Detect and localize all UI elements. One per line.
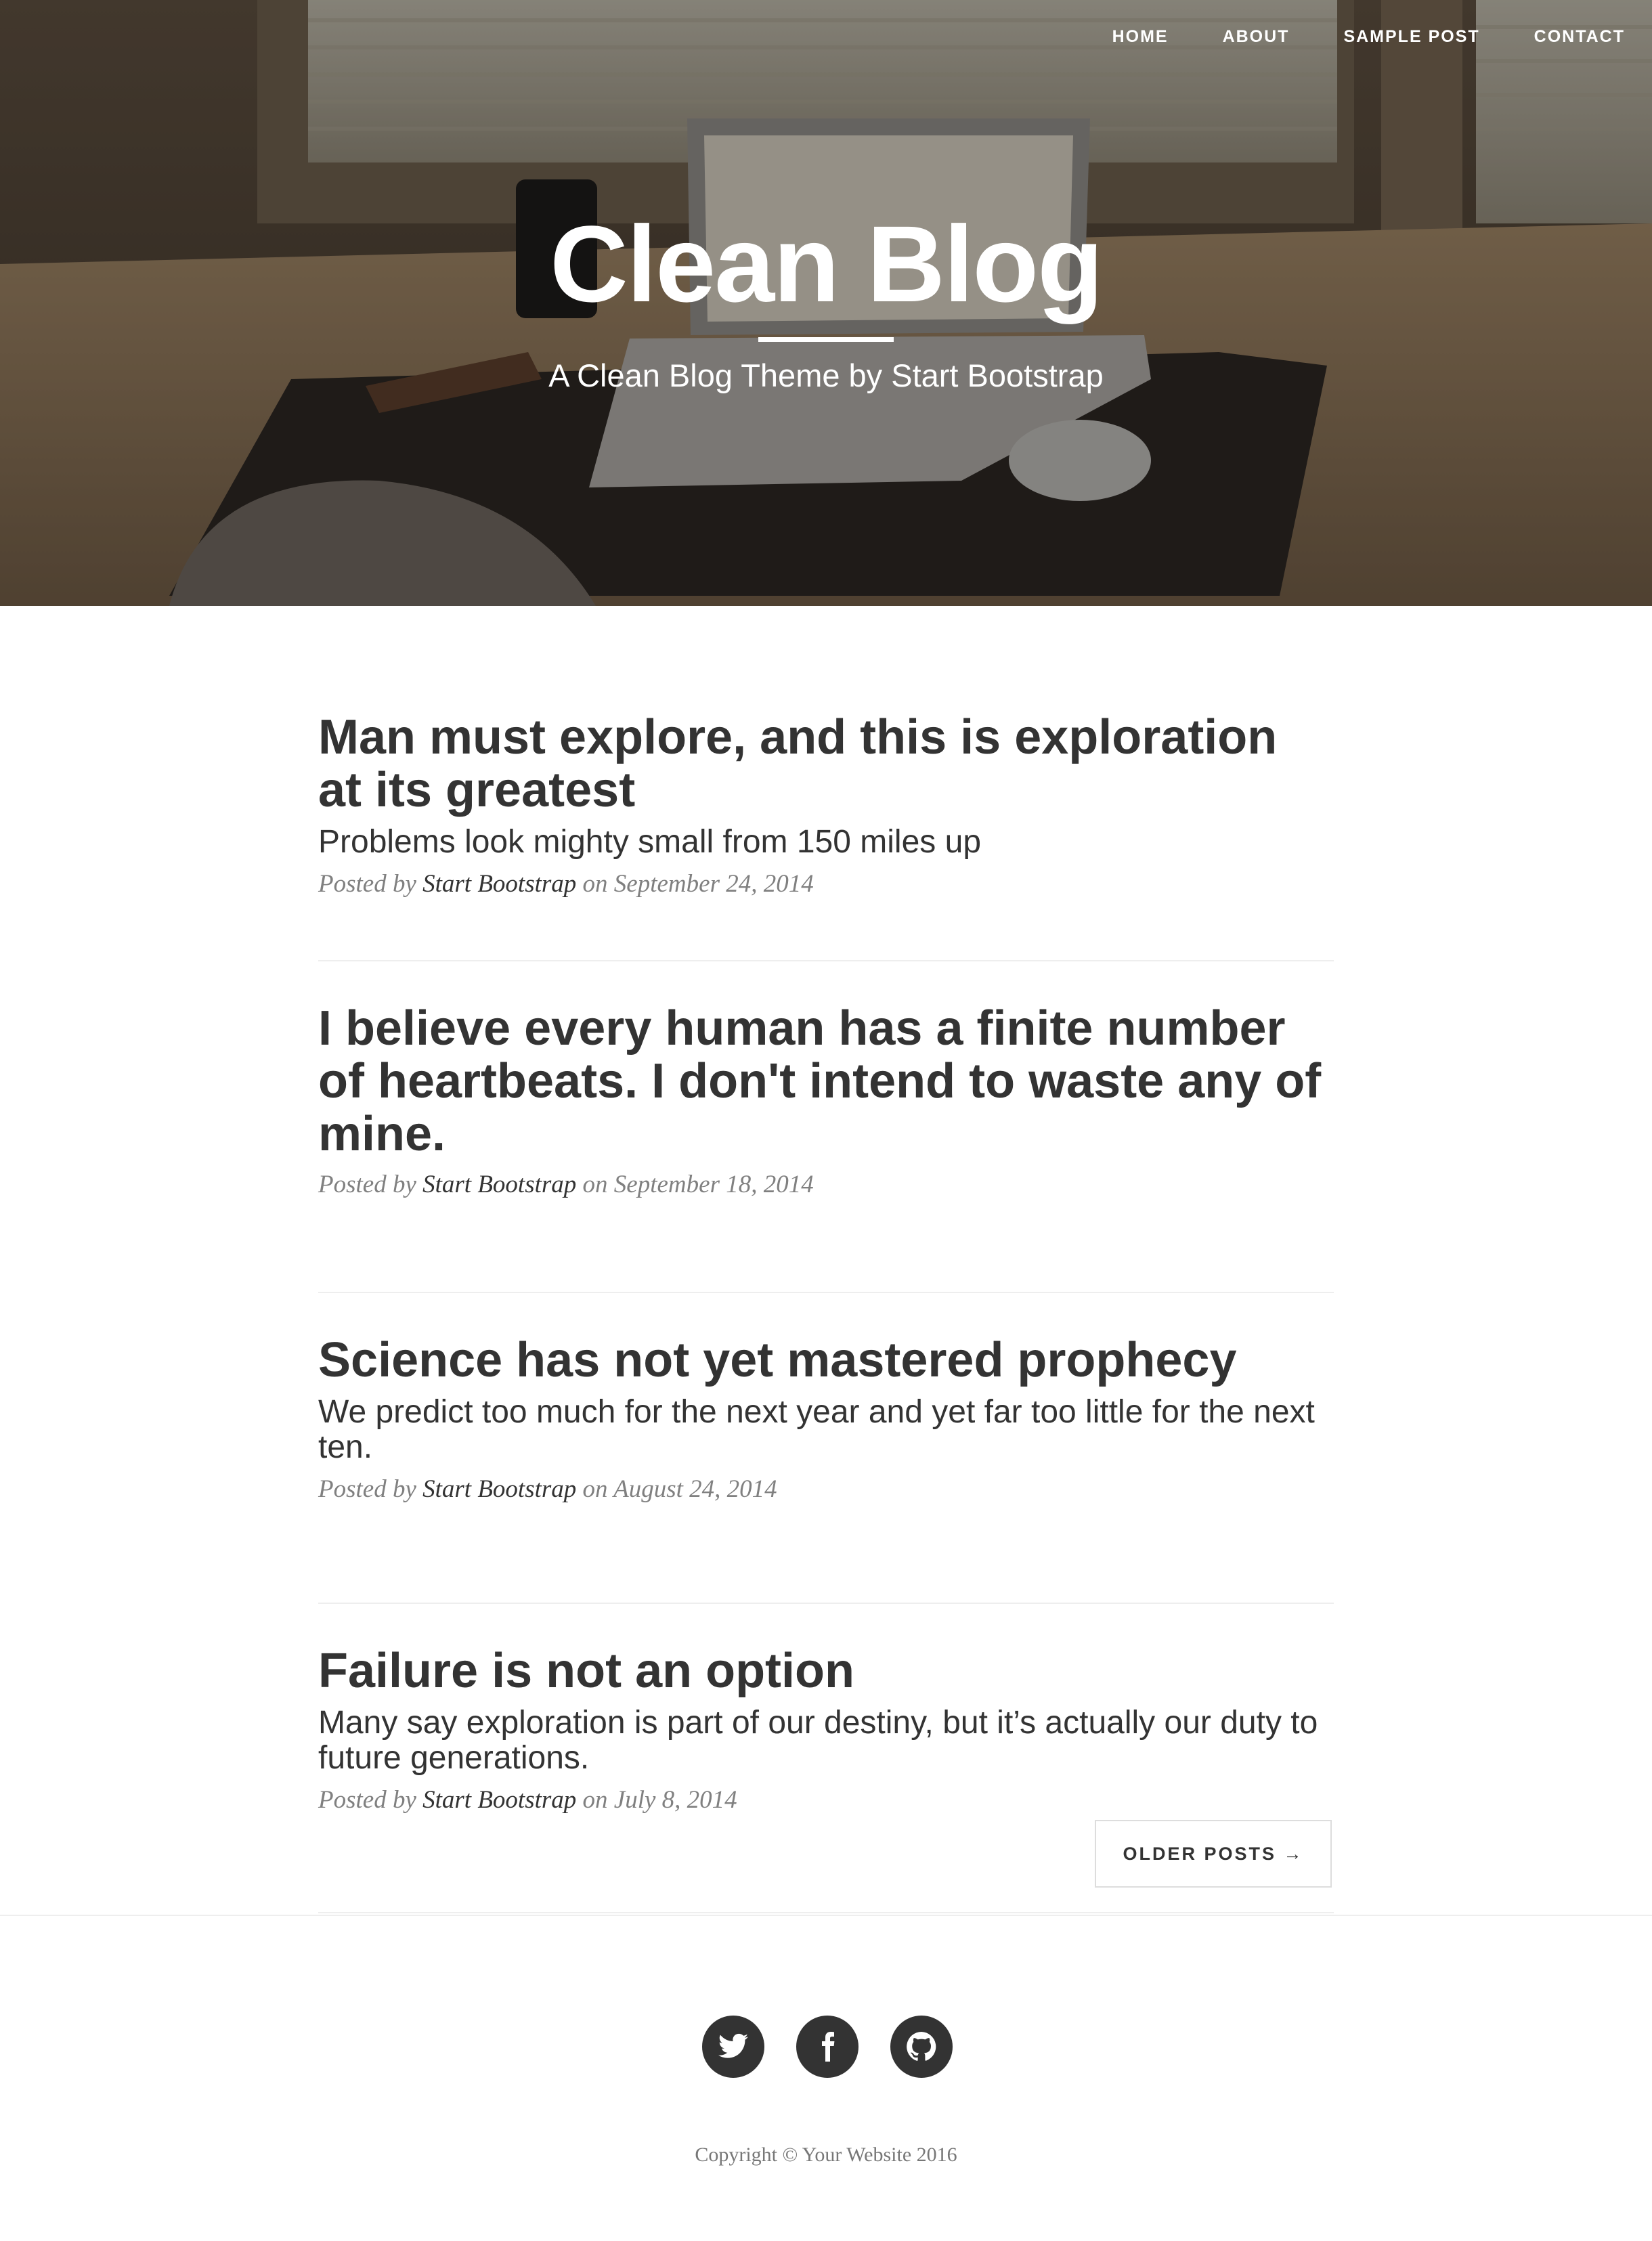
masthead: Home About Sample Post Contact Clean Blo… — [0, 0, 1652, 606]
nav-contact[interactable]: Contact — [1534, 27, 1625, 47]
nav-about[interactable]: About — [1223, 27, 1290, 47]
post-meta-on: on — [582, 1475, 608, 1503]
post-title-link[interactable]: Man must explore, and this is exploratio… — [318, 711, 1334, 817]
post-preview: I believe every human has a finite numbe… — [318, 1002, 1334, 1293]
post-date: September 18, 2014 — [613, 1171, 814, 1198]
older-posts-button[interactable]: Older Posts → — [1095, 1820, 1332, 1888]
nav-home[interactable]: Home — [1112, 27, 1169, 47]
post-date: September 24, 2014 — [613, 870, 814, 898]
post-subtitle: Many say exploration is part of our dest… — [318, 1705, 1318, 1776]
nav-sample-post[interactable]: Sample Post — [1343, 27, 1479, 47]
post-meta: Posted by Start Bootstrap on July 8, 201… — [318, 1785, 1334, 1815]
twitter-icon — [718, 2033, 748, 2058]
post-author-link[interactable]: Start Bootstrap — [422, 1786, 576, 1814]
post-title-link[interactable]: Failure is not an option — [318, 1645, 1334, 1697]
post-meta-prefix: Posted by — [318, 1475, 416, 1503]
main-nav: Home About Sample Post Contact — [1112, 27, 1625, 47]
facebook-icon — [822, 2032, 835, 2062]
post-meta: Posted by Start Bootstrap on September 1… — [318, 1170, 1334, 1200]
site-subtitle: A Clean Blog Theme by Start Bootstrap — [548, 357, 1104, 393]
post-meta-prefix: Posted by — [318, 870, 416, 898]
post-title-link[interactable]: I believe every human has a finite numbe… — [318, 1002, 1334, 1160]
post-title-link[interactable]: Science has not yet mastered prophecy — [318, 1334, 1334, 1387]
post-preview: Man must explore, and this is exploratio… — [318, 711, 1334, 961]
github-icon — [907, 2032, 936, 2061]
footer-divider — [0, 1915, 1652, 1916]
post-subtitle: Problems look mighty small from 150 mile… — [318, 824, 982, 860]
post-meta-prefix: Posted by — [318, 1171, 416, 1198]
site-heading: Clean Blog A Clean Blog Theme by Start B… — [0, 203, 1652, 395]
post-author-link[interactable]: Start Bootstrap — [422, 1171, 576, 1198]
post-author-link[interactable]: Start Bootstrap — [422, 1475, 576, 1503]
post-date: August 24, 2014 — [613, 1475, 777, 1503]
twitter-link[interactable] — [702, 2016, 764, 2078]
post-date: July 8, 2014 — [613, 1786, 737, 1814]
site-title: Clean Blog — [550, 203, 1104, 324]
post-author-link[interactable]: Start Bootstrap — [422, 870, 576, 898]
copyright-text: Copyright © Your Website 2016 — [695, 2144, 957, 2166]
post-meta: Posted by Start Bootstrap on September 2… — [318, 869, 1334, 899]
post-meta-on: on — [582, 1171, 608, 1198]
title-divider — [758, 337, 894, 342]
post-list: Man must explore, and this is exploratio… — [318, 711, 1334, 1913]
post-preview: Science has not yet mastered prophecy We… — [318, 1334, 1334, 1604]
older-posts-label: Older Posts → — [1123, 1843, 1304, 1864]
social-links — [702, 2016, 953, 2078]
post-meta: Posted by Start Bootstrap on August 24, … — [318, 1475, 1334, 1504]
post-subtitle: We predict too much for the next year an… — [318, 1394, 1315, 1465]
post-meta-on: on — [582, 870, 608, 898]
post-meta-prefix: Posted by — [318, 1786, 416, 1814]
github-link[interactable] — [890, 2016, 953, 2078]
post-meta-on: on — [582, 1786, 608, 1814]
facebook-link[interactable] — [796, 2016, 858, 2078]
